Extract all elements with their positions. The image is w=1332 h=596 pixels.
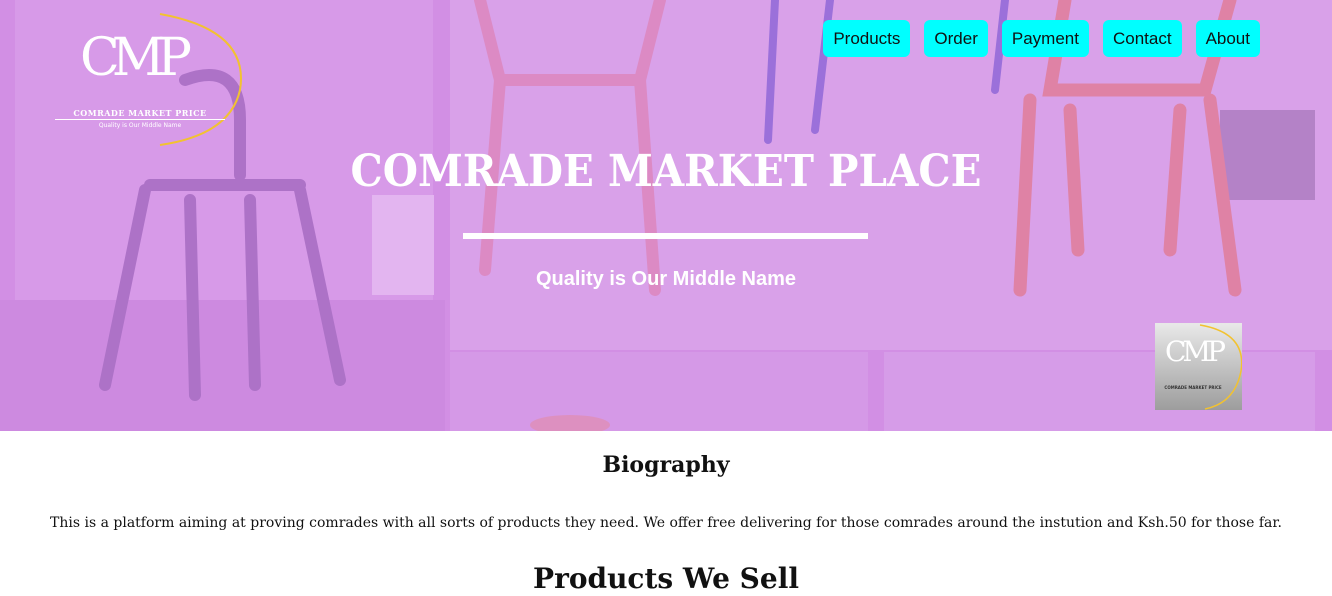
products-heading: Products We Sell xyxy=(533,562,799,595)
biography-heading: Biography xyxy=(602,452,730,478)
hero-divider xyxy=(463,233,868,239)
badge-name: COMRADE MARKET PRICE xyxy=(1164,385,1222,390)
hero-title: COMRADE MARKET PLACE xyxy=(350,146,982,197)
logo[interactable]: CMP COMRADE MARKET PRICE Quality is Our … xyxy=(50,10,250,150)
biography-text: This is a platform aiming at proving com… xyxy=(50,515,1282,531)
logo-badge: CMP COMRADE MARKET PRICE xyxy=(1155,323,1242,410)
logo-monogram: CMP xyxy=(80,28,192,88)
badge-monogram: CMP xyxy=(1165,335,1226,368)
nav-about-button[interactable]: About xyxy=(1195,20,1260,57)
logo-name: COMRADE MARKET PRICE xyxy=(55,108,225,120)
nav-products-button[interactable]: Products xyxy=(823,20,911,57)
nav-payment-button[interactable]: Payment xyxy=(1001,20,1089,57)
main-nav: Products Order Payment Contact About xyxy=(823,20,1260,57)
hero-subtitle: Quality is Our Middle Name xyxy=(535,268,797,290)
nav-order-button[interactable]: Order xyxy=(924,20,988,57)
nav-contact-button[interactable]: Contact xyxy=(1102,20,1182,57)
hero-banner: CMP COMRADE MARKET PRICE Quality is Our … xyxy=(0,0,1332,431)
logo-tagline: Quality is Our Middle Name xyxy=(98,122,182,129)
